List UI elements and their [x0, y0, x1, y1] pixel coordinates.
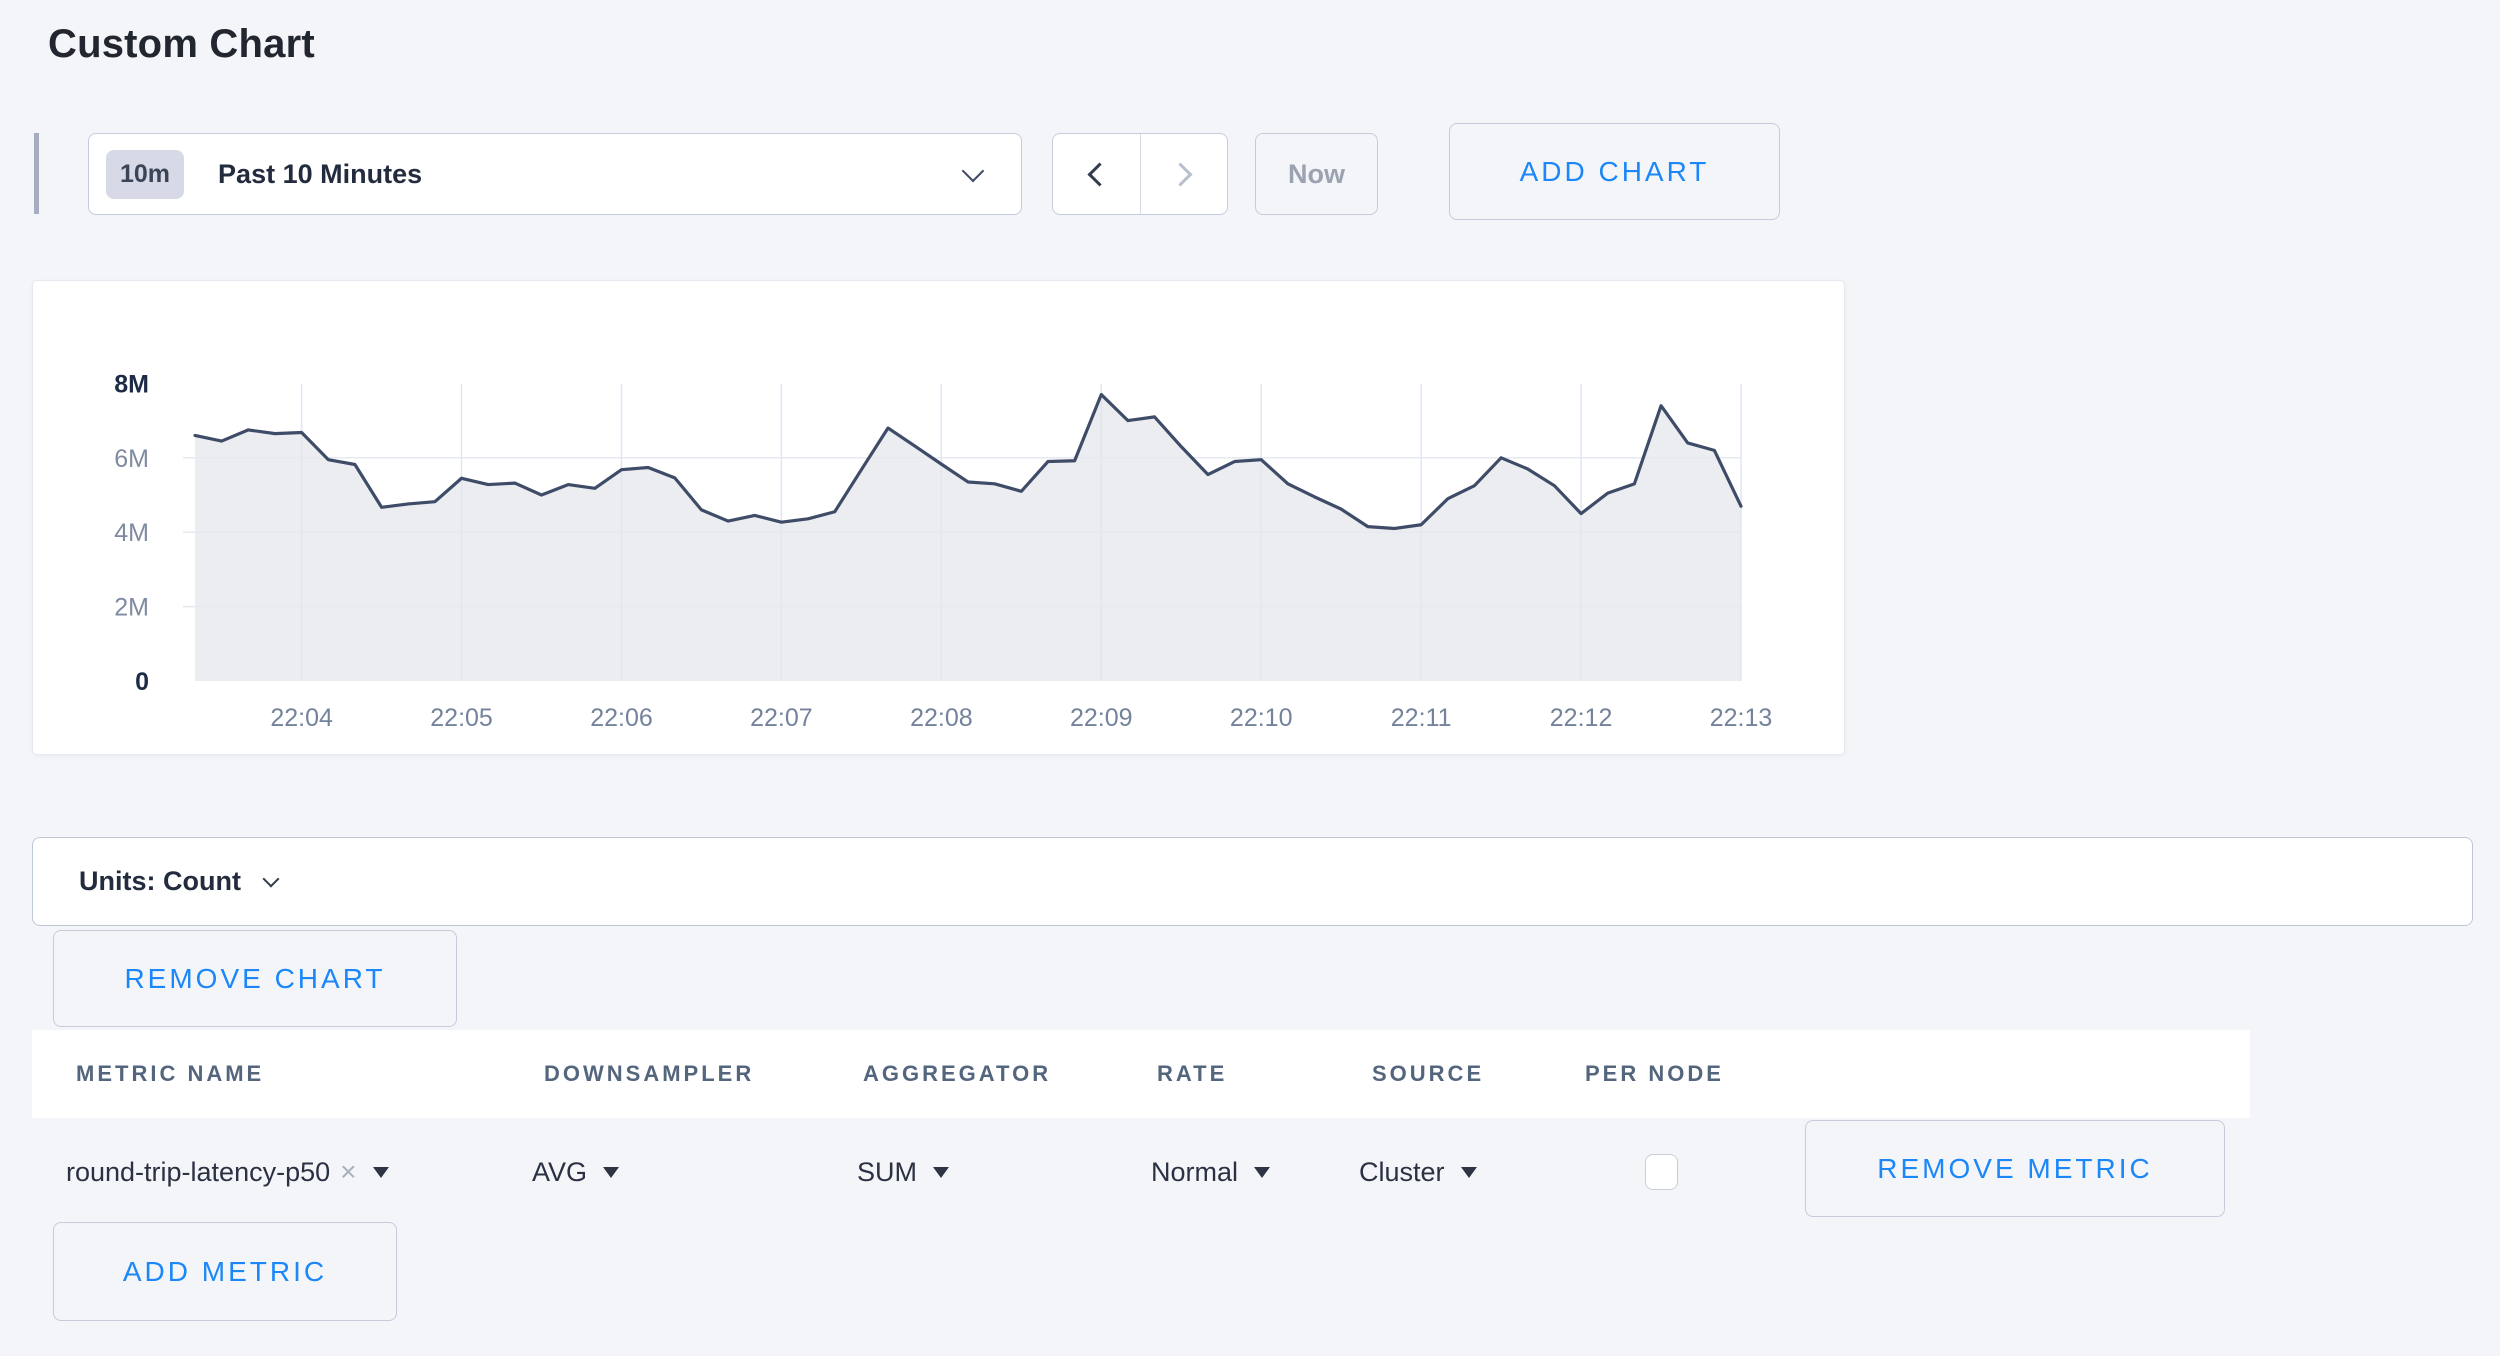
- svg-text:22:10: 22:10: [1230, 704, 1293, 732]
- aggregator-dropdown[interactable]: SUM: [857, 1146, 949, 1198]
- time-range-select[interactable]: 10m Past 10 Minutes: [88, 133, 1022, 215]
- remove-chart-button[interactable]: REMOVE CHART: [53, 930, 457, 1027]
- page-title: Custom Chart: [48, 22, 315, 67]
- downsampler-dropdown[interactable]: AVG: [532, 1146, 619, 1198]
- add-chart-button[interactable]: ADD CHART: [1449, 123, 1780, 220]
- next-time-button[interactable]: [1140, 134, 1228, 214]
- col-header-source: SOURCE: [1372, 1061, 1484, 1087]
- rate-value: Normal: [1151, 1157, 1238, 1188]
- col-header-rate: RATE: [1157, 1061, 1227, 1087]
- svg-text:22:06: 22:06: [590, 704, 653, 732]
- svg-text:4M: 4M: [114, 519, 149, 547]
- svg-text:22:11: 22:11: [1391, 704, 1452, 732]
- svg-text:22:05: 22:05: [430, 704, 493, 732]
- col-header-per-node: PER NODE: [1585, 1061, 1724, 1087]
- caret-down-icon: [603, 1167, 619, 1178]
- col-header-aggregator: AGGREGATOR: [863, 1061, 1051, 1087]
- units-dropdown[interactable]: Units: Count: [32, 837, 2473, 926]
- chevron-down-icon: [262, 870, 279, 887]
- caret-down-icon: [933, 1167, 949, 1178]
- chart-card: 0 2M 4M 6M 8M 22:04 22:05 22:06 22:07 22:08 22:09 2…: [32, 280, 1845, 755]
- svg-text:22:13: 22:13: [1710, 704, 1773, 732]
- col-header-downsampler: DOWNSAMPLER: [544, 1061, 754, 1087]
- chevron-left-icon: [1087, 162, 1111, 186]
- source-value: Cluster: [1359, 1157, 1445, 1188]
- caret-down-icon: [373, 1167, 389, 1178]
- caret-down-icon: [1254, 1167, 1270, 1178]
- custom-chart-page: Custom Chart 10m Past 10 Minutes Now ADD…: [0, 0, 2500, 1356]
- svg-text:22:12: 22:12: [1550, 704, 1613, 732]
- remove-metric-button[interactable]: REMOVE METRIC: [1805, 1120, 2225, 1217]
- metric-name-value: round-trip-latency-p50: [66, 1157, 330, 1188]
- remove-tag-icon[interactable]: ×: [340, 1156, 356, 1188]
- time-range-label: Past 10 Minutes: [218, 159, 422, 190]
- chevron-right-icon: [1169, 162, 1193, 186]
- add-metric-button[interactable]: ADD METRIC: [53, 1222, 397, 1321]
- svg-text:22:09: 22:09: [1070, 704, 1133, 732]
- caret-down-icon: [1461, 1167, 1477, 1178]
- metrics-table-header: METRIC NAME DOWNSAMPLER AGGREGATOR RATE …: [32, 1030, 2250, 1118]
- svg-text:0: 0: [135, 668, 149, 696]
- prev-time-button[interactable]: [1053, 134, 1140, 214]
- svg-text:22:07: 22:07: [750, 704, 813, 732]
- units-label: Units: Count: [79, 866, 241, 897]
- metric-name-dropdown[interactable]: round-trip-latency-p50 ×: [66, 1146, 389, 1198]
- svg-text:8M: 8M: [114, 370, 149, 398]
- svg-text:6M: 6M: [114, 445, 149, 473]
- time-pager: [1052, 133, 1228, 215]
- controls-accent-divider: [34, 133, 39, 214]
- per-node-checkbox[interactable]: [1645, 1154, 1678, 1190]
- svg-text:22:08: 22:08: [910, 704, 973, 732]
- svg-text:22:04: 22:04: [270, 704, 333, 732]
- chevron-down-icon: [962, 160, 985, 183]
- aggregator-value: SUM: [857, 1157, 917, 1188]
- svg-text:2M: 2M: [114, 594, 149, 622]
- source-dropdown[interactable]: Cluster: [1359, 1146, 1477, 1198]
- col-header-metric-name: METRIC NAME: [76, 1061, 264, 1087]
- latency-area-chart[interactable]: 0 2M 4M 6M 8M 22:04 22:05 22:06 22:07 22:08 22:09 2…: [33, 281, 1846, 756]
- time-range-badge: 10m: [106, 150, 184, 199]
- rate-dropdown[interactable]: Normal: [1151, 1146, 1270, 1198]
- now-button[interactable]: Now: [1255, 133, 1378, 215]
- downsampler-value: AVG: [532, 1157, 587, 1188]
